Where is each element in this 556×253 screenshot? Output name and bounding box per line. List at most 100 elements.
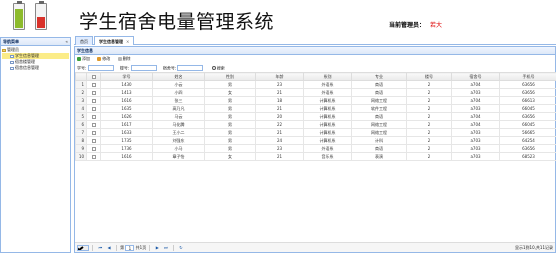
row-checkbox[interactable] (86, 128, 101, 137)
page-input[interactable]: 1 (125, 245, 135, 251)
table-row[interactable]: 4 1635 高乃凡男 21 计算机系 软件工程 2 a703 66045 (75, 104, 556, 113)
table-cell: 男 (204, 144, 256, 153)
table-cell: 2 (406, 88, 452, 97)
column-header[interactable]: 性别 (204, 72, 256, 81)
table-cell: 2 (406, 96, 452, 105)
row-number: 7 (75, 128, 87, 137)
table-cell: 小马 (152, 144, 205, 153)
table-cell: a704 (451, 96, 500, 105)
column-header[interactable]: 手机号 (499, 72, 556, 81)
table-cell: 小云 (152, 80, 205, 89)
row-checkbox[interactable] (86, 136, 101, 145)
table-cell: 男 (204, 112, 256, 121)
table-row[interactable]: 9 1736 小马男 23 外语系 商语 2 a703 63656 (75, 144, 556, 153)
table-cell: 商语 (351, 144, 407, 153)
row-number: 5 (75, 112, 87, 121)
battery-full-icon (13, 1, 25, 30)
table-cell: 男 (204, 104, 256, 113)
next-page-icon[interactable]: ▶ (156, 243, 159, 253)
column-header[interactable]: 年龄 (255, 72, 304, 81)
last-page-icon[interactable]: ⏭ (164, 243, 168, 253)
table-cell: 21 (255, 88, 304, 97)
delete-button[interactable]: 删除 (117, 55, 131, 63)
table-row[interactable]: 3 1616 张三男 18 计算机系 网络工程 2 a704 66613 (75, 96, 556, 105)
row-number: 3 (75, 96, 87, 105)
table-cell: 1626 (100, 112, 153, 121)
edit-button[interactable]: 修改 (97, 55, 110, 63)
prev-page-icon[interactable]: ◀ (107, 243, 110, 253)
table-cell: 商语 (351, 112, 407, 121)
column-header[interactable]: 专业 (351, 72, 407, 81)
row-checkbox[interactable] (86, 112, 101, 121)
table-row[interactable]: 8 1735 刘强东男 24 计算机系 计科 2 a703 64254 (75, 136, 556, 145)
table-cell: 计算机系 (303, 96, 352, 105)
table-row[interactable]: 7 1633 王小二男 21 计算机系 网络工程 2 a703 56665 (75, 128, 556, 137)
table-row[interactable]: 2 1413 小四女 21 外语系 商语 2 a703 63656 (75, 88, 556, 97)
refresh-icon[interactable]: ↻ (179, 243, 182, 253)
file-icon (10, 54, 14, 58)
tab-label: 学生信息管理 (99, 39, 123, 44)
row-checkbox[interactable] (86, 96, 101, 105)
student-no-input[interactable] (87, 65, 114, 71)
row-checkbox[interactable] (86, 104, 101, 113)
search-button[interactable]: 搜索 (211, 63, 225, 73)
table-cell: 66045 (499, 104, 556, 113)
column-header[interactable]: 系别 (303, 72, 352, 81)
first-page-icon[interactable]: ⏮ (99, 243, 103, 253)
row-number: 1 (75, 80, 87, 89)
table-row[interactable]: 6 1617 马化腾男 22 计算机系 网络工程 2 a704 66045 (75, 120, 556, 129)
close-icon[interactable]: × (126, 39, 129, 44)
table-cell: 男 (204, 136, 256, 145)
building-label: 楼号: (119, 65, 130, 71)
tab-student-info[interactable]: 学生信息管理 × (94, 36, 135, 45)
column-header[interactable]: 楼号 (406, 72, 452, 81)
table-cell: 1616 (100, 152, 153, 161)
row-checkbox[interactable] (86, 80, 101, 89)
row-checkbox[interactable] (86, 152, 101, 161)
main-area: 首页 学生信息管理 × 学生信息 添加 修改 删除 学号: 楼号: 宿舍号: 搜索 (74, 33, 556, 253)
row-checkbox[interactable] (86, 120, 101, 129)
row-number-header (75, 72, 87, 81)
add-button[interactable]: 添加 (77, 55, 90, 63)
room-input[interactable] (177, 65, 204, 71)
table-cell: 小四 (152, 88, 205, 97)
table-cell: 21 (255, 152, 304, 161)
table-row[interactable]: 1 1430 小云男 23 外语系 商语 2 a704 63656 (75, 80, 556, 89)
row-checkbox[interactable] (86, 144, 101, 153)
row-number: 2 (75, 88, 87, 97)
row-number: 10 (75, 152, 87, 161)
toolbar: 添加 修改 删除 (75, 55, 555, 63)
room-label: 宿舍号: (162, 65, 177, 71)
table-cell: 王小二 (152, 128, 205, 137)
page-size-select[interactable]: 10 (77, 245, 89, 251)
file-icon (10, 60, 14, 64)
table-cell: 2 (406, 112, 452, 121)
column-header[interactable]: 宿舍号 (451, 72, 500, 81)
nav-title: 导航菜单 (3, 39, 19, 44)
nav-header: 导航菜单 « (1, 38, 70, 46)
nav-item-dorm-info[interactable]: 宿舍信息管理 (2, 65, 69, 71)
table-cell: 外语系 (303, 88, 352, 97)
table-row[interactable]: 5 1626 马云男 20 计算机系 商语 2 a704 63656 (75, 112, 556, 121)
table-row[interactable]: 10 1616 章子怡女 21 音乐系 表演 2 a703 68523 (75, 152, 556, 161)
admin-name: 若大 (430, 22, 443, 29)
nav-tree: 管理员 学生信息管理 宿舍楼管理 宿舍信息管理 (1, 46, 70, 72)
row-checkbox[interactable] (86, 88, 101, 97)
column-header[interactable]: 姓名 (152, 72, 205, 81)
table-cell: 21 (255, 104, 304, 113)
delete-icon (117, 57, 122, 61)
column-header[interactable]: 学号 (100, 72, 153, 81)
select-all-checkbox[interactable] (86, 72, 101, 81)
student-table: 学号 姓名 性别 年龄 系别 专业 楼号 宿舍号 手机号 1 1430 小云男 23 外… (75, 72, 556, 161)
app-title: 学生宿舍电量管理系统 (79, 11, 275, 33)
building-input[interactable] (130, 65, 157, 71)
row-number: 8 (75, 136, 87, 145)
tab-home[interactable]: 首页 (75, 36, 93, 45)
table-cell: 22 (255, 120, 304, 129)
app-header: 学生宿舍电量管理系统 当前管理员： 若大 (0, 0, 556, 33)
admin-label: 当前管理员： (389, 22, 426, 29)
nav-item-label: 宿舍信息管理 (15, 65, 39, 70)
table-cell: 计算机系 (303, 112, 352, 121)
table-cell: 章子怡 (152, 152, 205, 161)
collapse-icon[interactable]: « (65, 38, 68, 46)
